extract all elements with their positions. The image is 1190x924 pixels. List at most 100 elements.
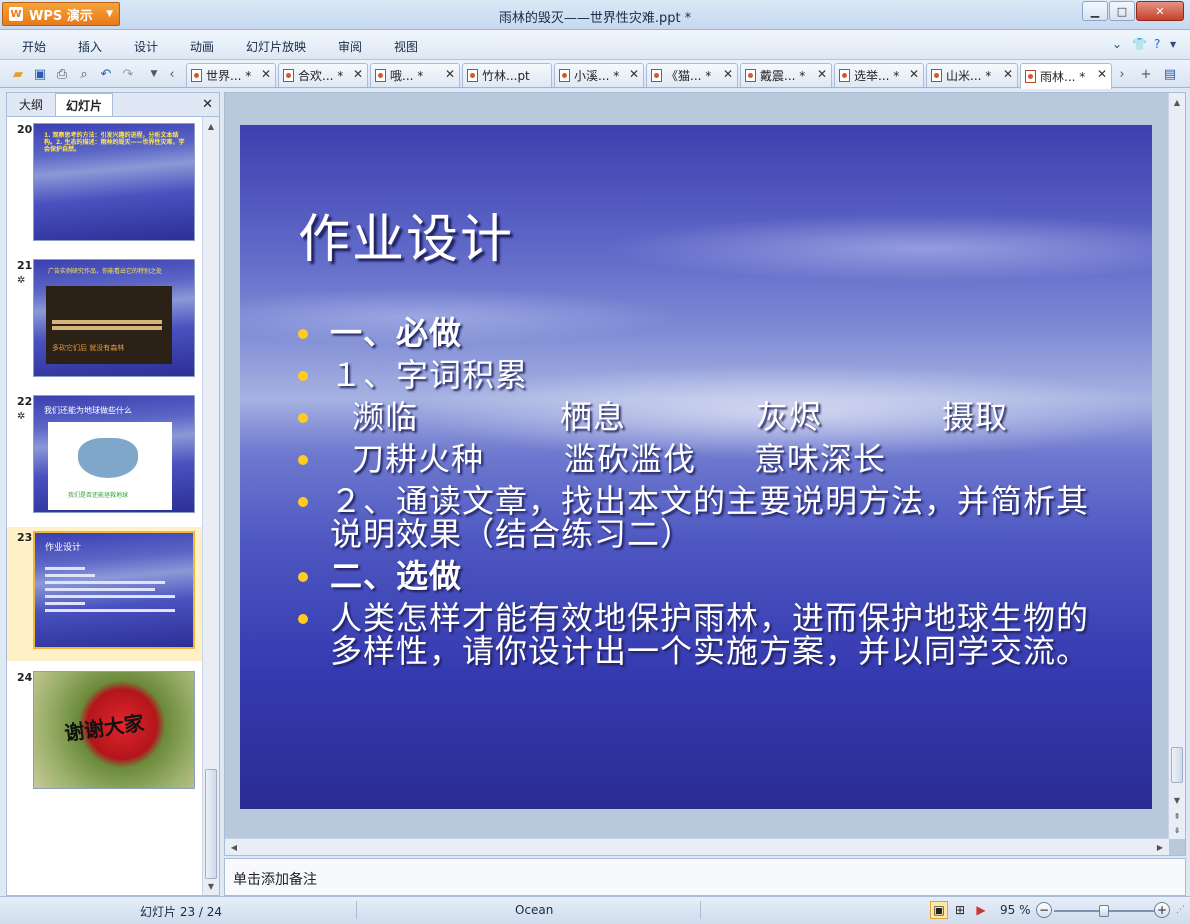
new-tab-icon[interactable]: +: [1138, 66, 1154, 82]
scroll-down-icon[interactable]: ▼: [204, 879, 218, 893]
doc-tab-4[interactable]: 竹林...pt: [462, 63, 552, 87]
slide-sorter-icon[interactable]: ⊞: [951, 901, 969, 919]
scroll-down-icon[interactable]: ▼: [1170, 793, 1184, 807]
dropdown-icon[interactable]: ▼: [146, 66, 162, 82]
scroll-left-icon[interactable]: ◀: [227, 840, 241, 854]
bullet-dot: [298, 329, 308, 339]
close-tab-icon[interactable]: ✕: [1097, 67, 1107, 81]
slide-editor: 作业设计 一、必做 １、字词积累 濒临 栖息 灰烬 摄取 刀耕火种 滥砍滥伐 意…: [224, 92, 1186, 856]
doc-tab-8[interactable]: 选举... * ✕: [834, 63, 924, 87]
word: 栖息: [560, 398, 627, 436]
doc-tab-3[interactable]: 哦... * ✕: [370, 63, 460, 87]
animation-star-icon: ✲: [17, 275, 26, 286]
tab-scroll-right-icon[interactable]: ›: [1114, 66, 1130, 82]
zoom-slider-knob[interactable]: [1099, 905, 1109, 917]
maximize-button[interactable]: □: [1109, 1, 1135, 21]
undo-icon[interactable]: ↶: [98, 66, 114, 82]
panel-scrollbar[interactable]: ▲ ▼: [202, 117, 219, 895]
ppt-file-icon: [1025, 70, 1036, 83]
doc-tab-9[interactable]: 山米... * ✕: [926, 63, 1018, 87]
slides-panel: 大纲 幻灯片 ✕ 20 1. 观察思考的方法：引发兴趣的进程，分析文本结构。2.…: [6, 92, 220, 896]
bullet-dot: [298, 497, 308, 507]
close-tab-icon[interactable]: ✕: [445, 67, 455, 81]
menu-insert[interactable]: 插入: [78, 38, 102, 55]
word: 濒临: [352, 398, 419, 436]
bullet-dot: [298, 455, 308, 465]
scrollbar-thumb[interactable]: [1171, 747, 1183, 783]
bullet-required: 一、必做: [298, 317, 1098, 350]
scroll-up-icon[interactable]: ▲: [1170, 95, 1184, 109]
thumb-caption: 我们是否还能拯救地球: [68, 492, 129, 499]
redo-icon[interactable]: ↷: [120, 66, 136, 82]
editor-vertical-scrollbar[interactable]: ▲ ▼ ⇞ ⇟: [1168, 93, 1185, 839]
close-tab-icon[interactable]: ✕: [909, 67, 919, 81]
doc-tab-6[interactable]: 《猫... * ✕: [646, 63, 738, 87]
slide-preview: 广告实例研究作品，你能看出它的特别之处 多砍它们后 就没有森林: [33, 259, 195, 377]
help-dropdown-icon[interactable]: ▼: [1170, 40, 1176, 49]
help-icon[interactable]: ?: [1154, 37, 1160, 51]
scroll-up-icon[interactable]: ▲: [204, 119, 218, 133]
thumb-text: 我们还能为地球做些什么: [44, 406, 132, 415]
tab-scroll-left-icon[interactable]: ‹: [164, 66, 180, 82]
slide-preview: 谢谢大家: [33, 671, 195, 789]
panel-tabs: 大纲 幻灯片 ✕: [7, 93, 219, 117]
shirt-icon[interactable]: 👕: [1132, 37, 1147, 51]
close-tab-icon[interactable]: ✕: [723, 67, 733, 81]
ppt-file-icon: [651, 69, 662, 82]
slide-thumbnail-22[interactable]: 22 ✲ 我们还能为地球做些什么 我们是否还能拯救地球: [7, 391, 203, 521]
doc-tab-1[interactable]: 世界... * ✕: [186, 63, 276, 87]
doc-tab-10-active[interactable]: 雨林... * ✕: [1020, 63, 1112, 89]
next-slide-icon[interactable]: ⇟: [1170, 823, 1184, 837]
zoom-slider[interactable]: [1054, 905, 1154, 917]
tab-slides[interactable]: 幻灯片: [55, 93, 113, 116]
zoom-in-icon[interactable]: +: [1154, 902, 1170, 918]
bullet-text: 二、选做: [330, 557, 463, 595]
menu-view[interactable]: 视图: [394, 38, 418, 55]
slide-thumbnail-24[interactable]: 24 谢谢大家: [7, 667, 203, 797]
close-window-button[interactable]: ✕: [1136, 1, 1184, 21]
notes-pane[interactable]: 单击添加备注: [224, 858, 1186, 896]
print-preview-icon[interactable]: ⌕: [76, 66, 92, 82]
theme-name[interactable]: Ocean: [515, 903, 553, 917]
menu-slideshow[interactable]: 幻灯片放映: [246, 38, 306, 55]
close-tab-icon[interactable]: ✕: [1003, 67, 1013, 81]
close-panel-icon[interactable]: ✕: [202, 97, 213, 112]
slideshow-icon[interactable]: ▶: [972, 901, 990, 919]
scrollbar-thumb[interactable]: [205, 769, 217, 879]
zoom-out-icon[interactable]: −: [1036, 902, 1052, 918]
minimize-button[interactable]: ▁: [1082, 1, 1108, 21]
zoom-level[interactable]: 95 %: [1000, 903, 1031, 917]
chevron-down-icon[interactable]: ⌄: [1112, 37, 1122, 51]
print-icon[interactable]: ⎙: [54, 66, 70, 82]
previous-slide-icon[interactable]: ⇞: [1170, 809, 1184, 823]
menu-design[interactable]: 设计: [134, 38, 158, 55]
animation-star-icon: ✲: [17, 411, 26, 422]
slide-preview: 我们还能为地球做些什么 我们是否还能拯救地球: [33, 395, 195, 513]
slide-thumbnail-23-selected[interactable]: 23 作业设计: [7, 527, 203, 661]
normal-view-icon[interactable]: ▣: [930, 901, 948, 919]
save-icon[interactable]: ▣: [32, 66, 48, 82]
doc-tab-7[interactable]: 戴震... * ✕: [740, 63, 832, 87]
slide-body[interactable]: 一、必做 １、字词积累 濒临 栖息 灰烬 摄取 刀耕火种 滥砍滥伐 意味深长 ２…: [298, 317, 1098, 677]
open-icon[interactable]: ▰: [10, 66, 26, 82]
resize-grip-icon[interactable]: ⋰: [1176, 905, 1185, 915]
doc-tab-2[interactable]: 合欢... * ✕: [278, 63, 368, 87]
scroll-right-icon[interactable]: ▶: [1153, 840, 1167, 854]
doc-tab-5[interactable]: 小溪... * ✕: [554, 63, 644, 87]
close-tab-icon[interactable]: ✕: [261, 67, 271, 81]
close-tab-icon[interactable]: ✕: [629, 67, 639, 81]
close-tab-icon[interactable]: ✕: [817, 67, 827, 81]
slide-thumbnail-21[interactable]: 21 ✲ 广告实例研究作品，你能看出它的特别之处 多砍它们后 就没有森林: [7, 255, 203, 385]
menu-home[interactable]: 开始: [22, 38, 46, 55]
thumb-bullet-lines: [45, 563, 185, 633]
tab-list-icon[interactable]: ▤: [1162, 66, 1178, 82]
editor-horizontal-scrollbar[interactable]: ◀ ▶: [225, 838, 1169, 855]
menu-review[interactable]: 审阅: [338, 38, 362, 55]
slide-thumbnail-20[interactable]: 20 1. 观察思考的方法：引发兴趣的进程，分析文本结构。2. 生态的描述：雨林…: [7, 119, 203, 249]
slide-title[interactable]: 作业设计: [298, 197, 514, 272]
close-tab-icon[interactable]: ✕: [353, 67, 363, 81]
slide-canvas[interactable]: 作业设计 一、必做 １、字词积累 濒临 栖息 灰烬 摄取 刀耕火种 滥砍滥伐 意…: [240, 125, 1152, 809]
menu-animation[interactable]: 动画: [190, 38, 214, 55]
slide-preview: 1. 观察思考的方法：引发兴趣的进程，分析文本结构。2. 生态的描述：雨林的毁灭…: [33, 123, 195, 241]
tab-outline[interactable]: 大纲: [9, 93, 53, 116]
